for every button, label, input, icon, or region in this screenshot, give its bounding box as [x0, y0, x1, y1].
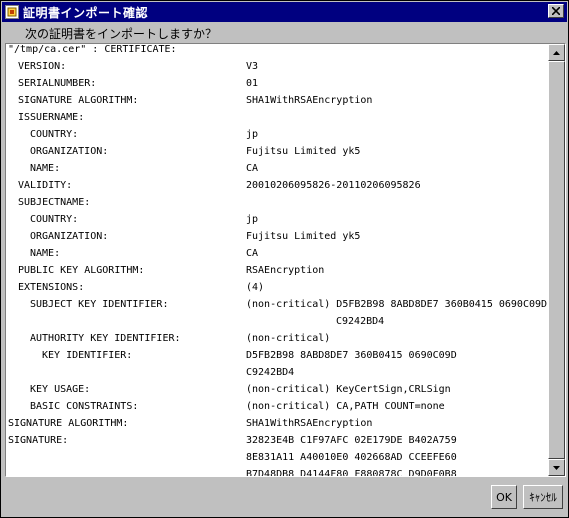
- certificate-line: VERSION: V3: [6, 61, 548, 78]
- certificate-field-value: (4): [246, 282, 265, 293]
- certificate-line: NAME: CA: [6, 163, 548, 180]
- ok-button[interactable]: OK: [491, 485, 517, 509]
- window-title: 証明書インポート確認: [23, 5, 149, 20]
- certificate-field-value: jp: [246, 214, 259, 225]
- certificate-app-icon: [5, 5, 19, 19]
- certificate-field-label: KEY USAGE:: [30, 384, 91, 395]
- certificate-field-label: NAME:: [30, 248, 61, 259]
- certificate-field-value: Fujitsu Limited yk5: [246, 146, 361, 157]
- certificate-field-value: 20010206095826-20110206095826: [246, 180, 421, 191]
- certificate-line: SIGNATURE ALGORITHM: SHA1WithRSAEncryptio…: [6, 95, 548, 112]
- certificate-field-value: (non-critical) KeyCertSign,CRLSign: [246, 384, 451, 395]
- certificate-line: PUBLIC KEY ALGORITHM: RSAEncryption: [6, 265, 548, 282]
- certificate-line: 8E831A11 A40010E0 402668AD CCEEFE60: [6, 452, 548, 469]
- scroll-up-icon: [553, 50, 560, 55]
- certificate-field-value: B7D48DB8 D4144F80 F880878C D9D0F0B8: [246, 469, 457, 476]
- certificate-field-label: EXTENSIONS:: [18, 282, 85, 293]
- certificate-field-value: 01: [246, 78, 259, 89]
- certificate-field-label: SUBJECT KEY IDENTIFIER:: [30, 299, 169, 310]
- certificate-field-value: 8E831A11 A40010E0 402668AD CCEEFE60: [246, 452, 457, 463]
- certificate-field-label: COUNTRY:: [30, 129, 79, 140]
- certificate-line: KEY IDENTIFIER: D5FB2B98 8ABD8DE7 360B041…: [6, 350, 548, 367]
- title-bar[interactable]: 証明書インポート確認: [2, 2, 567, 22]
- certificate-line: SIGNATURE: 32823E4B C1F97AFC 02E179DE B40…: [6, 435, 548, 452]
- certificate-field-label: ORGANIZATION:: [30, 231, 109, 242]
- certificate-line: C9242BD4: [6, 367, 548, 384]
- certificate-field-value: (non-critical): [246, 333, 331, 344]
- certificate-field-label: SIGNATURE ALGORITHM:: [8, 418, 129, 429]
- certificate-field-label: NAME:: [30, 163, 61, 174]
- certificate-field-value: (non-critical) CA,PATH COUNT=none: [246, 401, 445, 412]
- certificate-line: ORGANIZATION: Fujitsu Limited yk5: [6, 231, 548, 248]
- scroll-down-button[interactable]: [548, 459, 565, 476]
- certificate-line: EXTENSIONS: (4): [6, 282, 548, 299]
- certificate-field-label: ISSUERNAME:: [18, 112, 85, 123]
- certificate-details-panel: "/tmp/ca.cer" : CERTIFICATE: VERSION: V3 SE…: [5, 43, 566, 477]
- certificate-field-label: COUNTRY:: [30, 214, 79, 225]
- certificate-field-value: (non-critical) D5FB2B98 8ABD8DE7 360B041…: [246, 299, 548, 310]
- certificate-field-value: 32823E4B C1F97AFC 02E179DE B402A759: [246, 435, 457, 446]
- certificate-field-label: SUBJECTNAME:: [18, 197, 91, 208]
- certificate-import-dialog: 証明書インポート確認 次の証明書をインポートしますか？ "/tmp/ca.cer…: [0, 0, 569, 518]
- certificate-field-value: SHA1WithRSAEncryption: [246, 95, 373, 106]
- certificate-field-value: C9242BD4: [246, 367, 295, 378]
- certificate-field-label: ORGANIZATION:: [30, 146, 109, 157]
- certificate-line: SUBJECT KEY IDENTIFIER: (non-critical) D5…: [6, 299, 548, 316]
- certificate-text: "/tmp/ca.cer" : CERTIFICATE: VERSION: V3 SE…: [6, 44, 548, 476]
- certificate-line: B7D48DB8 D4144F80 F880878C D9D0F0B8: [6, 469, 548, 476]
- cancel-button[interactable]: ｷｬﾝｾﾙ: [523, 485, 563, 509]
- certificate-field-value: Fujitsu Limited yk5: [246, 231, 361, 242]
- scrollbar-thumb[interactable]: [548, 61, 565, 459]
- certificate-field-value: RSAEncryption: [246, 265, 325, 276]
- scroll-up-button[interactable]: [548, 44, 565, 61]
- certificate-field-value: CA: [246, 163, 259, 174]
- certificate-line: KEY USAGE: (non-critical) KeyCertSign,CRL…: [6, 384, 548, 401]
- close-icon: [552, 7, 560, 15]
- certificate-field-label: AUTHORITY KEY IDENTIFIER:: [30, 333, 181, 344]
- certificate-field-value: jp: [246, 129, 259, 140]
- certificate-field-label: SIGNATURE:: [8, 435, 69, 446]
- certificate-field-label: PUBLIC KEY ALGORITHM:: [18, 265, 145, 276]
- confirmation-prompt: 次の証明書をインポートしますか？: [25, 27, 218, 41]
- certificate-line: NAME: CA: [6, 248, 548, 265]
- certificate-line: SUBJECTNAME:: [6, 197, 548, 214]
- certificate-field-label: KEY IDENTIFIER:: [42, 350, 133, 361]
- certificate-line: SIGNATURE ALGORITHM: SHA1WithRSAEncryptio…: [6, 418, 548, 435]
- certificate-field-value: D5FB2B98 8ABD8DE7 360B0415 0690C09D: [246, 350, 457, 361]
- certificate-line: AUTHORITY KEY IDENTIFIER: (non-critical): [6, 333, 548, 350]
- certificate-field-value-continued: C9242BD4: [336, 316, 385, 327]
- close-button[interactable]: [548, 4, 564, 18]
- certificate-field-value: CA: [246, 248, 259, 259]
- certificate-line: COUNTRY: jp: [6, 214, 548, 231]
- certificate-field-label: SIGNATURE ALGORITHM:: [18, 95, 139, 106]
- certificate-field-label: "/tmp/ca.cer" : CERTIFICATE:: [8, 44, 177, 55]
- certificate-field-value: SHA1WithRSAEncryption: [246, 418, 373, 429]
- vertical-scrollbar[interactable]: [548, 44, 565, 476]
- certificate-line: ORGANIZATION: Fujitsu Limited yk5: [6, 146, 548, 163]
- certificate-field-label: VERSION:: [18, 61, 67, 72]
- certificate-line: VALIDITY: 20010206095826-20110206095826: [6, 180, 548, 197]
- scroll-down-icon: [553, 465, 560, 470]
- certificate-field-label: BASIC CONSTRAINTS:: [30, 401, 139, 412]
- certificate-line: "/tmp/ca.cer" : CERTIFICATE:: [6, 44, 548, 61]
- certificate-line: BASIC CONSTRAINTS: (non-critical) CA,PATH…: [6, 401, 548, 418]
- certificate-line: COUNTRY: jp: [6, 129, 548, 146]
- certificate-line: C9242BD4: [6, 316, 548, 333]
- certificate-line: ISSUERNAME:: [6, 112, 548, 129]
- certificate-field-label: SERIALNUMBER:: [18, 78, 97, 89]
- certificate-field-value: V3: [246, 61, 259, 72]
- certificate-field-label: VALIDITY:: [18, 180, 73, 191]
- certificate-line: SERIALNUMBER: 01: [6, 78, 548, 95]
